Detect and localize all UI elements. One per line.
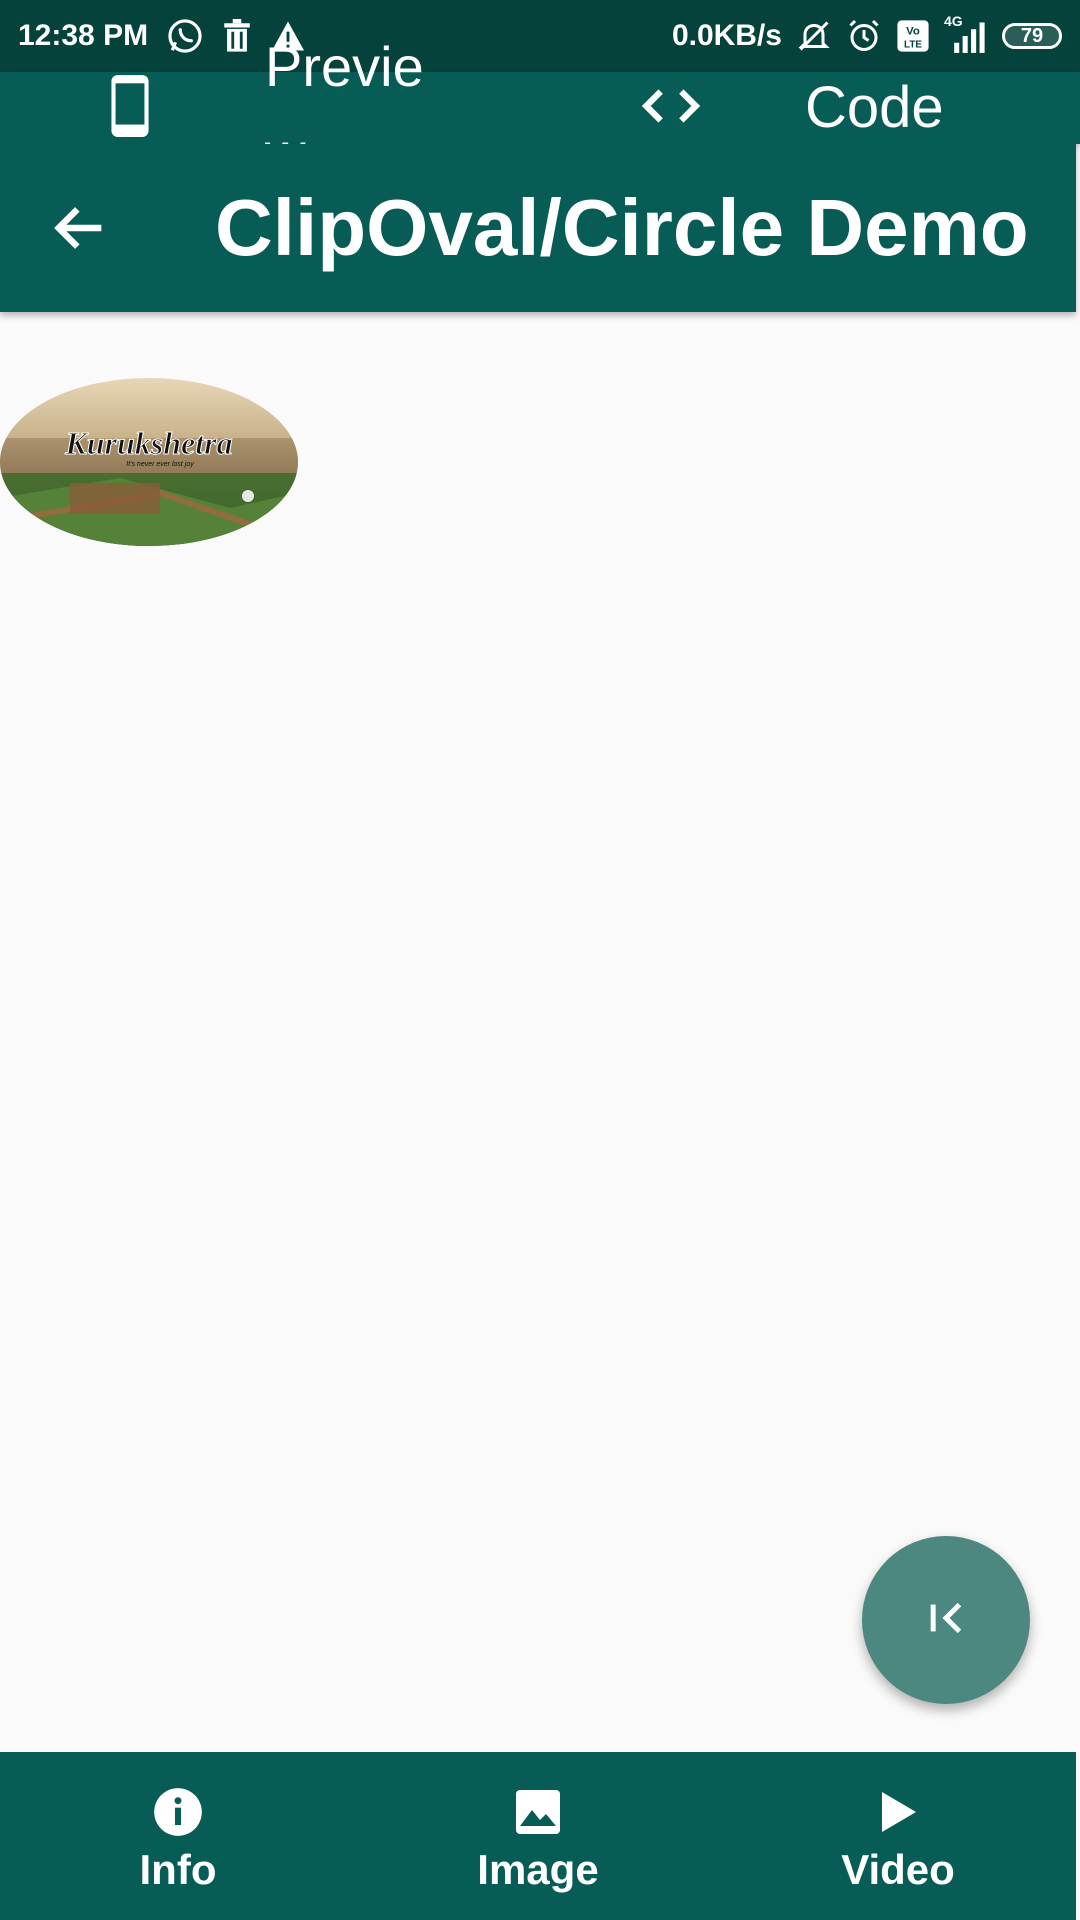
status-right: 0.0KB/s Vo LTE 4G 79 xyxy=(672,0,1062,72)
preview-tab[interactable] xyxy=(108,72,152,144)
image-caption: Kurukshetra xyxy=(64,425,232,461)
volte-icon: Vo LTE xyxy=(896,19,930,53)
code-brackets-icon[interactable] xyxy=(640,84,702,133)
image-subcaption: It's never ever lost joy xyxy=(126,461,194,468)
trash-icon xyxy=(222,19,252,53)
network-type: 4G xyxy=(944,13,963,29)
network-speed: 0.0KB/s xyxy=(671,19,782,52)
svg-text:LTE: LTE xyxy=(904,39,922,50)
code-tab-icon[interactable] xyxy=(640,72,702,144)
play-icon[interactable] xyxy=(878,1786,918,1838)
nav-label-info[interactable]: Info xyxy=(140,1846,217,1894)
status-bar: 12:38 PM 0.0KB/s Vo LTE 4G 79 xyxy=(0,0,1080,72)
image-icon[interactable] xyxy=(514,1786,562,1838)
alarm-icon xyxy=(846,18,882,54)
code-tab[interactable]: Code xyxy=(805,72,944,144)
nav-label-video[interactable]: Video xyxy=(841,1846,955,1894)
battery-icon: 79 xyxy=(1002,23,1062,49)
info-icon[interactable] xyxy=(152,1786,204,1838)
nav-item-info[interactable]: Info xyxy=(48,1752,308,1920)
back-button[interactable] xyxy=(48,196,112,260)
phone-icon[interactable] xyxy=(108,73,152,144)
page-title: ClipOval/Circle Demo xyxy=(215,183,1029,272)
nav-item-video[interactable]: Video xyxy=(768,1752,1028,1920)
mute-icon xyxy=(796,18,832,54)
preview-code-toggle-bar: Preview Code xyxy=(0,35,1080,184)
clip-oval-image: Kurukshetra It's never ever lost joy xyxy=(0,378,298,546)
status-time: 12:38 PM xyxy=(18,19,149,52)
first-page-icon[interactable] xyxy=(923,1595,969,1646)
battery-level: 79 xyxy=(1020,24,1044,47)
app-bar: ClipOval/Circle Demo xyxy=(0,144,1076,312)
nav-label-image[interactable]: Image xyxy=(477,1846,598,1894)
svg-text:Vo: Vo xyxy=(906,26,920,38)
status-left: 12:38 PM xyxy=(18,0,306,72)
nav-item-image[interactable]: Image xyxy=(408,1752,668,1920)
bottom-navigation: Info Image Video xyxy=(0,1752,1076,1920)
whatsapp-icon xyxy=(166,17,204,55)
signal-icon: 4G xyxy=(944,13,988,53)
first-page-fab[interactable] xyxy=(862,1536,1030,1704)
kurukshetra-photo: Kurukshetra It's never ever lost joy xyxy=(0,378,298,546)
arrow-back-icon[interactable] xyxy=(48,207,112,264)
